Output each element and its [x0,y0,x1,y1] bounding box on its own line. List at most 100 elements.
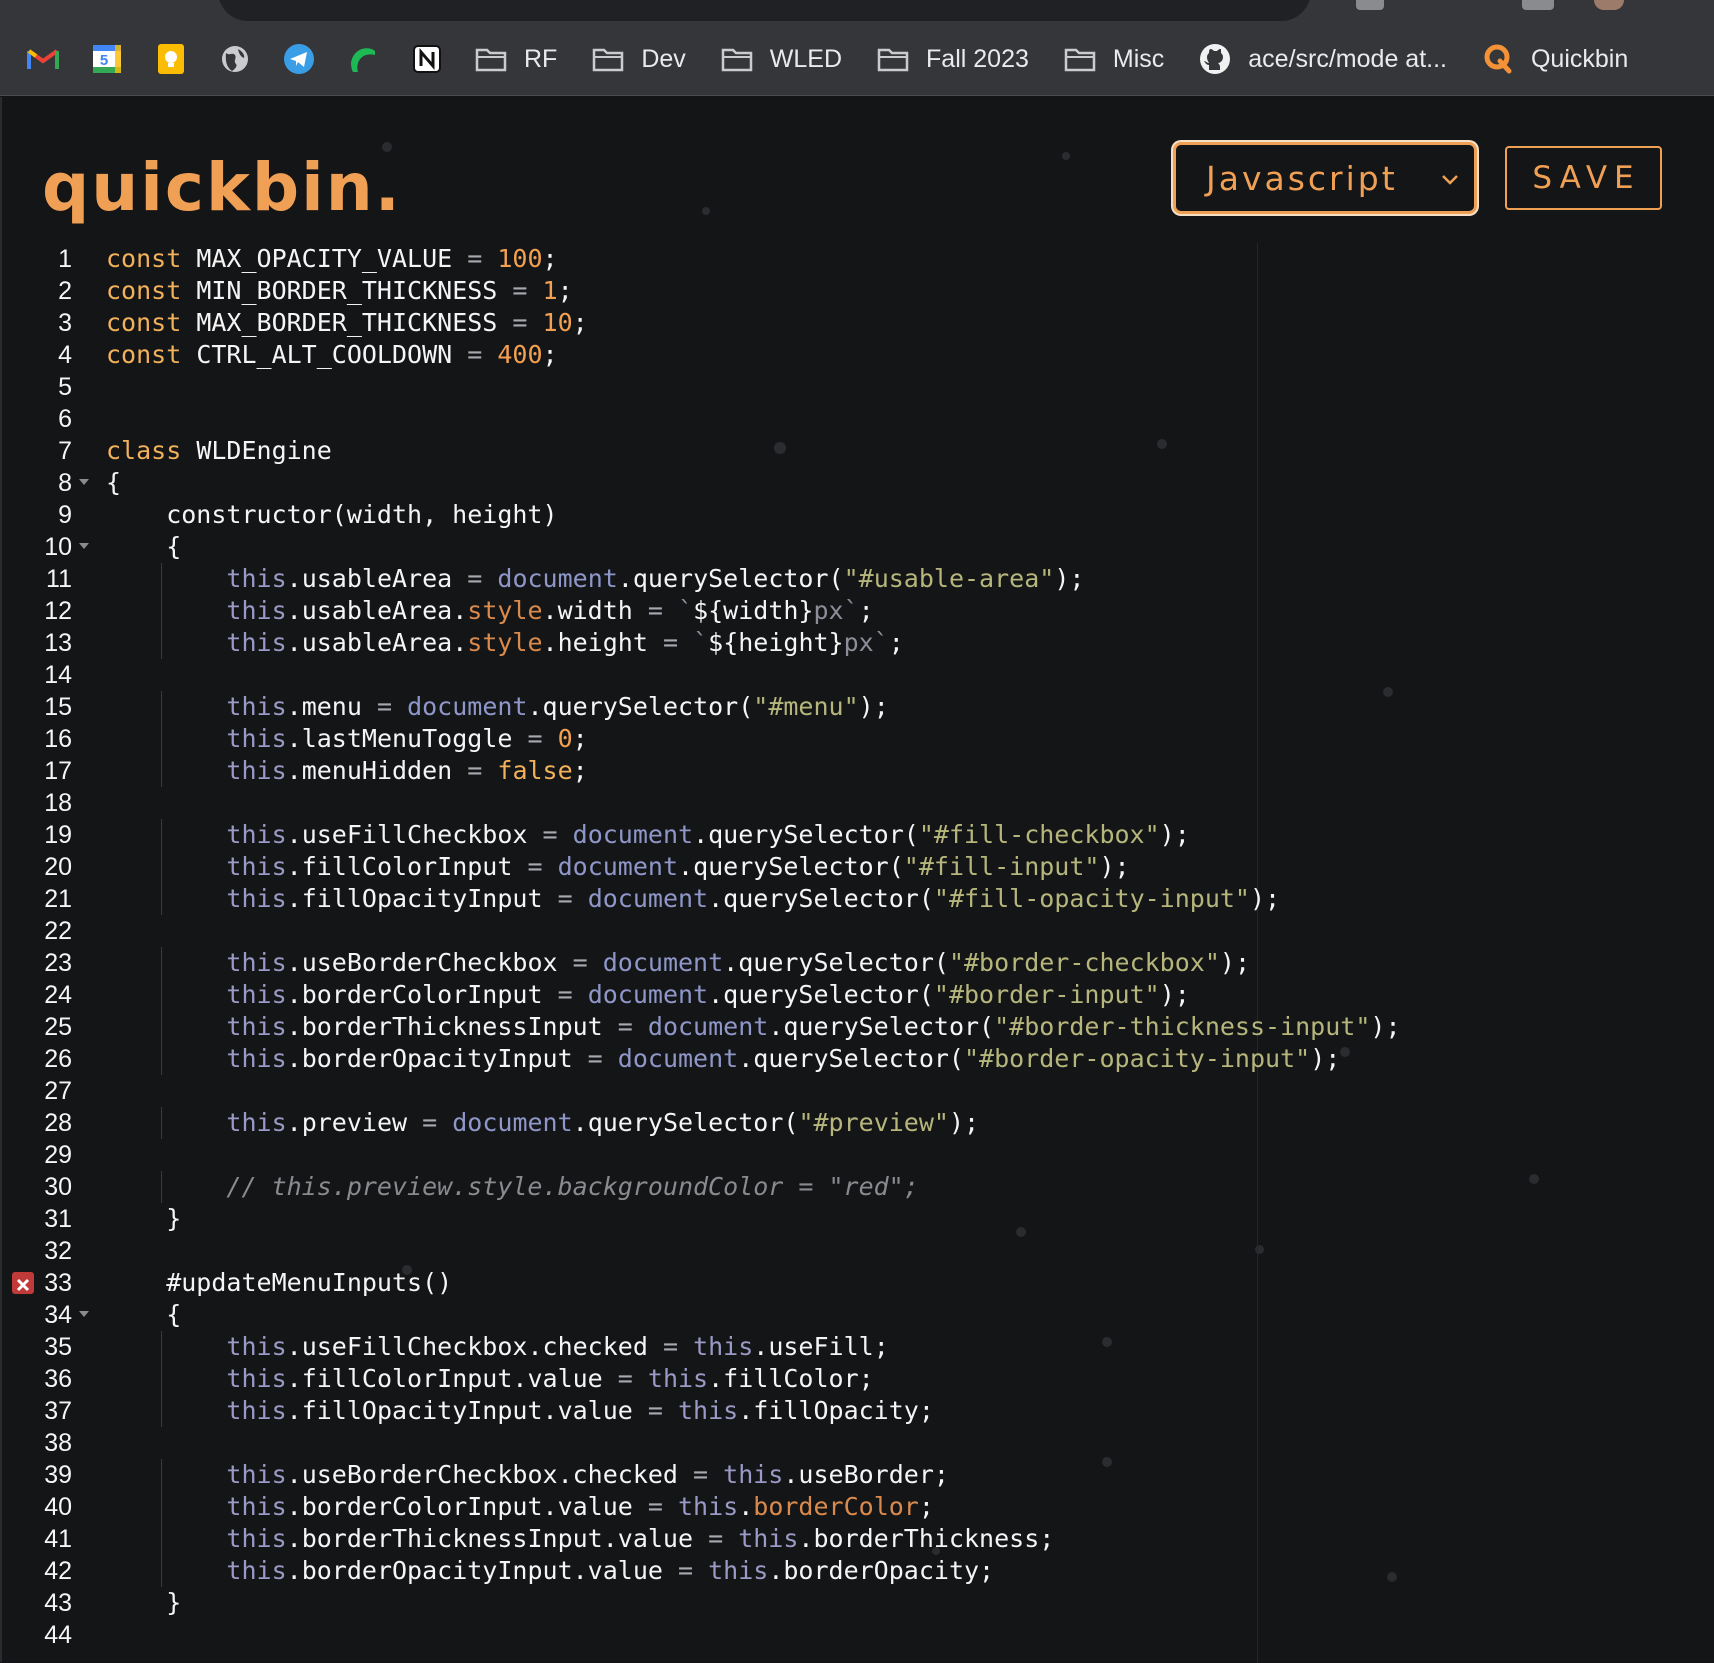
extension-icon[interactable] [1522,0,1554,10]
line-number: 16 [44,725,72,753]
code-line[interactable]: 25 this.borderThicknessInput = document.… [2,1011,1702,1043]
fold-toggle-icon[interactable] [79,479,89,485]
code-line[interactable]: 8{ [2,467,1702,499]
code-line[interactable]: 4 const CTRL_ALT_COOLDOWN = 400; [2,339,1702,371]
line-number: 5 [58,373,72,401]
code-line[interactable]: 40 this.borderColorInput.value = this.bo… [2,1491,1702,1523]
code-line[interactable]: 19 this.useFillCheckbox = document.query… [2,819,1702,851]
code-line[interactable]: 21 this.fillOpacityInput = document.quer… [2,883,1702,915]
quickbin-icon [1481,42,1515,76]
code-line[interactable]: 11 this.usableArea = document.querySelec… [2,563,1702,595]
code-text: this.borderThicknessInput.value = this.b… [226,1524,1055,1553]
extension-icon[interactable] [1356,0,1384,10]
code-line[interactable]: 3 const MAX_BORDER_THICKNESS = 10; [2,307,1702,339]
telegram-icon [282,42,316,76]
code-text: this.borderColorInput.value = this.borde… [226,1492,934,1521]
code-line[interactable]: 42 this.borderOpacityInput.value = this.… [2,1555,1702,1587]
bookmark-calendar[interactable]: 5 [90,37,124,81]
bookmark-folder-wled[interactable]: WLED [720,37,842,81]
bookmark-telegram[interactable] [282,37,316,81]
bookmark-folder-fall-2023[interactable]: Fall 2023 [876,37,1029,81]
bookmark-keep[interactable] [154,37,188,81]
code-line[interactable]: 13 this.usableArea.style.height = `${hei… [2,627,1702,659]
app-logo-wordmark[interactable]: quickbin. [42,149,402,226]
line-number: 1 [58,245,72,273]
line-number: 11 [46,565,72,593]
code-line[interactable]: 34 { [2,1299,1702,1331]
line-number: 37 [44,1397,72,1425]
code-line[interactable]: 44 [2,1619,1702,1651]
code-line[interactable]: 10 { [2,531,1702,563]
code-line[interactable]: 36 this.fillColorInput.value = this.fill… [2,1363,1702,1395]
code-text: } [106,1204,182,1233]
code-line[interactable]: 37 this.fillOpacityInput.value = this.fi… [2,1395,1702,1427]
bookmark-folder-dev[interactable]: Dev [591,37,686,81]
fold-toggle-icon[interactable] [79,543,89,549]
bookmark-label: Quickbin [1530,44,1629,73]
code-editor[interactable]: 1 const MAX_OPACITY_VALUE = 100; 2 const MI… [2,243,1714,1663]
code-line[interactable]: 23 this.useBorderCheckbox = document.que… [2,947,1702,979]
code-line[interactable]: 9 constructor(width, height) [2,499,1702,531]
code-line[interactable]: 17 this.menuHidden = false; [2,755,1702,787]
code-line[interactable]: 2 const MIN_BORDER_THICKNESS = 1; [2,275,1702,307]
code-line[interactable]: 28 this.preview = document.querySelector… [2,1107,1702,1139]
github-icon [1198,42,1232,76]
bookmark-label: WLED [769,44,843,73]
code-text: this.useFillCheckbox.checked = this.useF… [226,1332,889,1361]
line-number: 15 [44,693,72,721]
line-number: 36 [44,1365,72,1393]
fold-toggle-icon[interactable] [79,1311,89,1317]
bookmark-folder-misc[interactable]: Misc [1063,37,1164,81]
code-text: this.useBorderCheckbox = document.queryS… [226,948,1250,977]
code-line[interactable]: 38 [2,1427,1702,1459]
code-text: const MAX_OPACITY_VALUE = 100; [106,244,558,273]
save-button[interactable]: SAVE [1505,146,1662,210]
code-text: this.borderOpacityInput = document.query… [226,1044,1341,1073]
code-line[interactable]: 27 [2,1075,1702,1107]
code-line[interactable]: 14 [2,659,1702,691]
code-line[interactable]: 20 this.fillColorInput = document.queryS… [2,851,1702,883]
code-text: constructor(width, height) [106,500,558,529]
code-line[interactable]: 5 [2,371,1702,403]
profile-avatar-icon[interactable] [1594,0,1624,10]
code-line[interactable]: 24 this.borderColorInput = document.quer… [2,979,1702,1011]
code-line[interactable]: 7 class WLDEngine [2,435,1702,467]
bookmark-notion[interactable] [410,37,444,81]
code-line[interactable]: 41 this.borderThicknessInput.value = thi… [2,1523,1702,1555]
error-marker-icon[interactable] [12,1272,34,1294]
code-line[interactable]: 18 [2,787,1702,819]
code-line[interactable]: 22 [2,915,1702,947]
line-number: 43 [44,1589,72,1617]
code-line[interactable]: 16 this.lastMenuToggle = 0; [2,723,1702,755]
code-line[interactable]: 15 this.menu = document.querySelector("#… [2,691,1702,723]
language-select[interactable]: Javascript [1173,142,1477,214]
code-line[interactable]: 12 this.usableArea.style.width = `${widt… [2,595,1702,627]
code-text: class WLDEngine [106,436,332,465]
bookmark-label: Fall 2023 [926,44,1029,73]
address-bar[interactable] [218,0,1311,21]
bookmark-gmail[interactable] [26,37,60,81]
code-line[interactable]: 30 // this.preview.style.backgroundColor… [2,1171,1702,1203]
code-line[interactable]: 35 this.useFillCheckbox.checked = this.u… [2,1331,1702,1363]
code-line[interactable]: 31 } [2,1203,1702,1235]
code-line[interactable]: 29 [2,1139,1702,1171]
code-line[interactable]: 6 [2,403,1702,435]
bookmark-github[interactable]: ace/src/mode at... [1198,37,1447,81]
bookmark-crescent[interactable] [346,37,380,81]
code-text: this.borderOpacityInput.value = this.bor… [226,1556,995,1585]
code-line[interactable]: 32 [2,1235,1702,1267]
code-line[interactable]: 43 } [2,1587,1702,1619]
line-number: 23 [44,949,72,977]
bookmark-folder-rf[interactable]: RF [474,37,557,81]
code-line[interactable]: 1 const MAX_OPACITY_VALUE = 100; [2,243,1702,275]
code-line[interactable]: 33 #updateMenuInputs() [2,1267,1702,1299]
code-text: } [106,1588,182,1617]
quickbin-app: quickbin. Javascript SAVE 1 const MAX_OPA… [0,97,1714,1663]
line-number: 26 [44,1045,72,1073]
code-line[interactable]: 39 this.useBorderCheckbox.checked = this… [2,1459,1702,1491]
code-line[interactable]: 26 this.borderOpacityInput = document.qu… [2,1043,1702,1075]
bookmark-quickbin[interactable]: Quickbin [1481,37,1628,81]
line-number: 24 [44,981,72,1009]
bookmark-globe[interactable] [218,37,252,81]
line-number: 44 [44,1621,72,1649]
